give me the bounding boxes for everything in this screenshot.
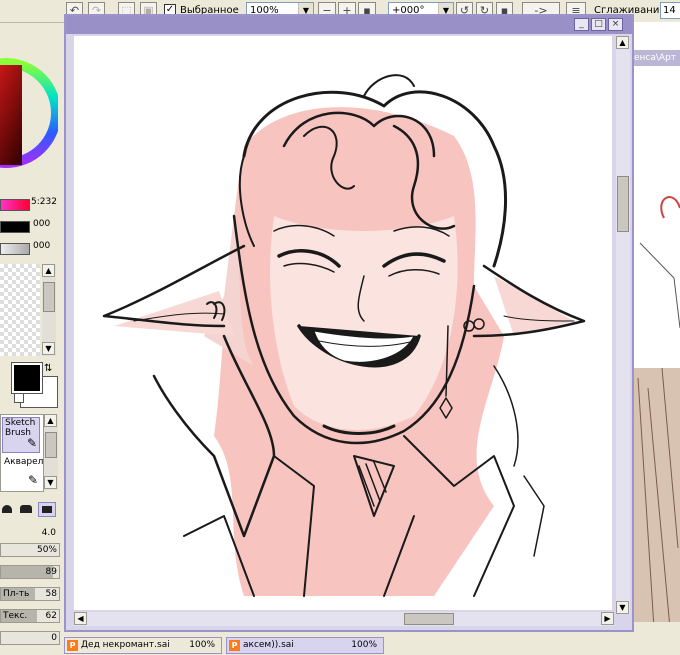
maximize-button[interactable]: □ — [591, 18, 606, 31]
square-tip-icon[interactable] — [38, 502, 56, 517]
scroll-right-icon[interactable]: ▶ — [601, 612, 614, 625]
density-field[interactable]: 50% — [0, 543, 60, 557]
scroll-down-icon[interactable]: ▼ — [44, 476, 57, 489]
flat-tip-icon[interactable] — [20, 505, 32, 513]
tool-sketch-brush[interactable]: Sketch Brush ✎ — [2, 417, 40, 453]
scroll-up-icon[interactable]: ▲ — [42, 264, 55, 277]
canvas-window-title — [66, 16, 632, 34]
brush-slider-1[interactable]: 89 — [0, 565, 60, 579]
reset-colors-icon[interactable] — [14, 393, 24, 403]
swap-colors-icon[interactable]: ⇅ — [44, 363, 52, 374]
tool-label: Sketch — [5, 418, 36, 428]
saturation-slider[interactable] — [0, 221, 30, 233]
saturation-value: 000 — [33, 219, 51, 229]
density-value: 50% — [36, 545, 57, 555]
canvas-window: _ □ × ▲ ▼ ◀ ▶ — [64, 14, 634, 632]
brush-slider-2[interactable]: Пл-ть 58 — [0, 587, 60, 601]
tool-label: Акварел — [4, 457, 44, 467]
scroll-thumb[interactable] — [45, 432, 57, 458]
value-slider[interactable] — [0, 243, 30, 255]
slider-value: 0 — [51, 633, 57, 643]
scroll-thumb[interactable] — [404, 613, 454, 625]
brush-slider-3[interactable]: Текс. 62 — [0, 609, 60, 623]
scroll-thumb[interactable] — [617, 176, 629, 232]
swatch-scrollbar[interactable]: ▲ ▼ — [42, 264, 56, 356]
scroll-down-icon[interactable]: ▼ — [616, 601, 629, 614]
scroll-left-icon[interactable]: ◀ — [74, 612, 87, 625]
tab-zoom: 100% — [189, 640, 215, 650]
brush-slider-4[interactable]: 0 — [0, 631, 60, 645]
brush-size-value: 4.0 — [41, 528, 56, 538]
document-tabs: P Дед некромант.sai 100% Pаксем)).sai 100… — [62, 636, 680, 655]
tab-document-2[interactable]: Pаксем)).sai 100% — [226, 637, 384, 654]
value-value: 000 — [33, 241, 51, 251]
tool-list: Sketch Brush ✎ Акварел ✎ — [0, 414, 44, 492]
brush-icon: ✎ — [27, 473, 38, 487]
tab-zoom: 100% — [351, 640, 377, 650]
color-swatches[interactable] — [0, 264, 40, 356]
minimize-button[interactable]: _ — [574, 18, 589, 31]
brush-shapes — [0, 502, 58, 520]
scroll-up-icon[interactable]: ▲ — [616, 36, 629, 49]
round-tip-icon[interactable] — [2, 505, 12, 513]
close-button[interactable]: × — [608, 18, 623, 31]
background-artwork — [634, 196, 680, 622]
left-panel: 5:232 000 000 ▲ ▼ ⇅ Sketch Brush ✎ Аквар… — [0, 23, 62, 655]
tab-document-1[interactable]: P Дед некромант.sai 100% — [64, 637, 222, 654]
background-document-window[interactable]: енса\Арт — [634, 22, 680, 622]
background-window-title: енса\Арт — [634, 50, 680, 66]
slider-value: 62 — [45, 611, 57, 621]
color-wheel[interactable] — [0, 23, 58, 193]
hue-value: 5:232 — [31, 197, 57, 207]
slider-label: Пл-ть — [3, 589, 30, 599]
scroll-thumb[interactable] — [43, 282, 55, 312]
slider-label: Текс. — [3, 611, 28, 621]
primary-color[interactable] — [11, 362, 43, 394]
sai-file-icon: P — [229, 640, 240, 651]
canvas-horizontal-scrollbar[interactable]: ◀ ▶ — [74, 612, 614, 626]
stabilizer-value[interactable]: 14 — [660, 2, 680, 19]
scroll-up-icon[interactable]: ▲ — [44, 414, 57, 427]
scroll-down-icon[interactable]: ▼ — [42, 342, 55, 355]
hue-slider[interactable] — [0, 199, 30, 211]
drawing-canvas[interactable] — [74, 36, 612, 610]
sketch-artwork — [102, 74, 586, 597]
tab-name: Дед некромант.sai — [81, 640, 170, 650]
tool-watercolor[interactable]: Акварел ✎ — [2, 457, 44, 489]
canvas-vertical-scrollbar[interactable]: ▲ ▼ — [616, 36, 630, 614]
brush-icon: ✎ — [26, 436, 37, 450]
slider-value: 58 — [45, 589, 57, 599]
slider-value: 89 — [45, 567, 57, 577]
tool-scrollbar[interactable]: ▲ ▼ — [44, 414, 58, 490]
sai-file-icon: P — [67, 640, 78, 651]
tab-name: аксем)).sai — [243, 640, 294, 650]
